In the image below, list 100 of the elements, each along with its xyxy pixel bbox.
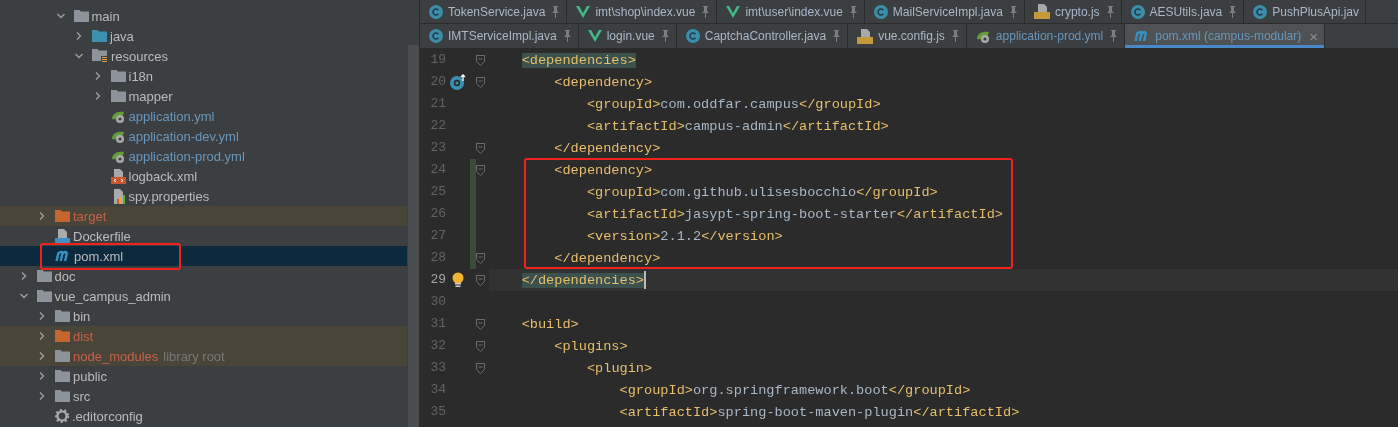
library-root-note: library root [163, 348, 225, 364]
pin-icon[interactable] [1105, 5, 1115, 18]
folder-icon [36, 290, 52, 302]
tree-item[interactable]: Dockerfile [0, 226, 407, 246]
code-line: <groupId>com.github.ulisesbocchio</groupId> [585, 184, 938, 200]
tree-item[interactable]: java [0, 26, 407, 46]
line-number: 33 [429, 359, 446, 377]
leaf-gear-icon [110, 149, 126, 163]
editor-tab[interactable]: imt\shop\index.vue [567, 0, 718, 23]
chevron-icon[interactable] [19, 272, 28, 280]
class-icon [1130, 4, 1145, 19]
vue-icon [576, 5, 591, 18]
chevron-icon[interactable] [56, 12, 65, 20]
chevron-icon[interactable] [38, 312, 46, 320]
code-line: <version>2.1.2</version> [585, 228, 783, 244]
editor-tab[interactable]: MailServiceImpl.java [864, 0, 1025, 23]
tree-item[interactable]: public [0, 366, 407, 386]
docker-file-icon [55, 228, 70, 244]
chevron-icon[interactable] [19, 292, 28, 300]
fold-marker-icon[interactable] [476, 76, 485, 88]
fold-marker-icon[interactable] [476, 142, 485, 154]
tree-item[interactable]: doc [0, 266, 407, 286]
change-marker[interactable] [470, 159, 476, 181]
chevron-icon[interactable] [38, 332, 46, 340]
editor-tab[interactable]: crypto.js [1024, 0, 1122, 23]
editor-tab[interactable]: AESUtils.java [1121, 0, 1245, 23]
editor-tab[interactable]: TokenService.java [420, 0, 568, 23]
fold-marker-icon[interactable] [476, 274, 485, 286]
line-number: 32 [429, 337, 446, 355]
pin-icon[interactable] [1008, 5, 1018, 18]
chevron-icon[interactable] [75, 52, 83, 60]
code-line: <groupId>org.springframework.boot</groupId> [618, 382, 971, 398]
tree-item[interactable]: mapper [0, 86, 407, 106]
chevron-icon[interactable] [93, 72, 102, 80]
chevron-icon[interactable] [38, 392, 46, 400]
tree-item[interactable]: .editorconfig [0, 406, 407, 426]
scrollbar-thumb[interactable] [408, 45, 419, 427]
editor-tab[interactable]: PushPlusApi.jav [1244, 0, 1366, 23]
tree-item[interactable]: pom.xml [0, 246, 407, 266]
folder-icon [73, 10, 89, 22]
chevron-icon[interactable] [38, 212, 46, 220]
fold-marker-icon[interactable] [476, 318, 485, 330]
code-line: <build> [520, 316, 579, 332]
tree-item[interactable]: spy.properties [0, 186, 407, 206]
tree-item[interactable]: application-dev.yml [0, 126, 407, 146]
pin-icon[interactable] [562, 30, 572, 42]
tree-item[interactable]: src [0, 386, 407, 406]
tree-item[interactable]: application-prod.yml [0, 146, 407, 166]
tree-item[interactable]: i18n [0, 66, 407, 86]
change-marker[interactable] [470, 247, 476, 269]
leaf-gear-icon [975, 29, 991, 43]
js-file-icon [857, 28, 874, 44]
code-line: </dependency> [553, 140, 661, 156]
fold-marker-icon[interactable] [476, 362, 485, 374]
maven-icon [55, 250, 71, 262]
class-icon [873, 4, 888, 19]
folder-icon [110, 70, 126, 82]
leaf-gear-icon [110, 129, 126, 143]
leaf-gear-icon [110, 109, 126, 123]
line-number: 23 [429, 139, 446, 157]
code-line: <dependency> [553, 74, 653, 90]
pin-icon[interactable] [660, 30, 670, 42]
line-number: 26 [429, 205, 446, 223]
code-line: </dependency> [553, 250, 661, 266]
tree-item[interactable]: main [0, 6, 407, 26]
fold-marker-icon[interactable] [476, 252, 485, 264]
tree-item[interactable]: bin [0, 306, 407, 326]
folder-icon [55, 370, 70, 382]
tree-item[interactable]: resources [0, 46, 407, 66]
editor-tab[interactable]: imt\user\index.vue [717, 0, 865, 23]
pin-icon[interactable] [701, 5, 711, 18]
pin-icon[interactable] [950, 30, 960, 42]
pin-icon[interactable] [551, 5, 561, 18]
class-icon [429, 4, 443, 19]
tree-item[interactable]: logback.xml [0, 166, 407, 186]
pin-icon[interactable] [832, 30, 842, 42]
lightbulb-icon[interactable] [452, 272, 464, 288]
chevron-icon[interactable] [38, 352, 46, 360]
folder-icon [92, 49, 108, 63]
fold-marker-icon[interactable] [476, 164, 485, 176]
chevron-icon[interactable] [38, 372, 46, 380]
folder-icon [36, 270, 52, 282]
pin-icon[interactable] [848, 5, 858, 18]
tree-item[interactable]: application.yml [0, 106, 407, 126]
chevron-icon[interactable] [93, 92, 102, 100]
line-number: 27 [429, 227, 446, 245]
xml-file-icon [110, 168, 126, 184]
folder-icon [55, 350, 70, 362]
fold-marker-icon[interactable] [476, 340, 485, 352]
pin-icon[interactable] [1109, 30, 1119, 42]
line-number: 31 [429, 315, 446, 333]
chevron-icon[interactable] [75, 32, 83, 40]
fold-marker-icon[interactable] [476, 54, 485, 66]
pin-icon[interactable] [1228, 5, 1238, 18]
tree-item[interactable]: vue_campus_admin [0, 286, 407, 306]
folder-icon [92, 30, 107, 42]
code-line: <artifactId>spring-boot-maven-plugin</artifactId> [618, 404, 1020, 420]
folder-icon [55, 310, 70, 322]
folder-icon [55, 390, 70, 402]
gear-icon [55, 409, 69, 423]
